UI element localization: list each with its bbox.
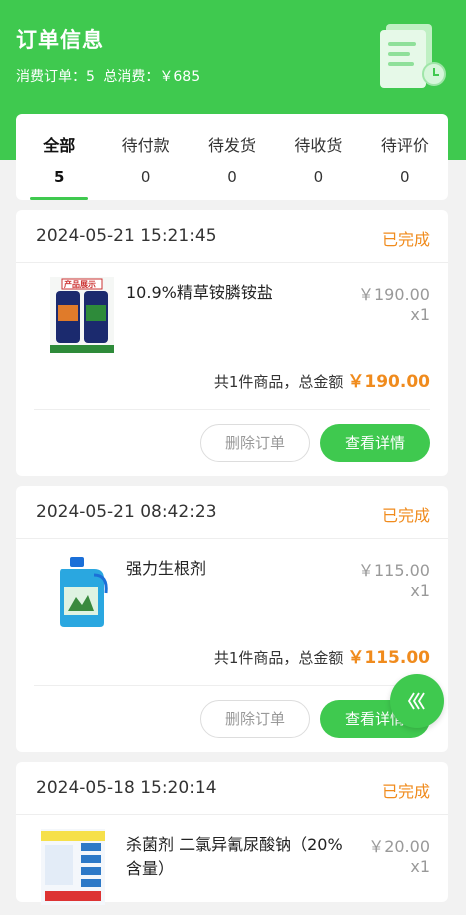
product-price: ￥20.00 [368,837,430,856]
order-total-label: 共1件商品，总金额 [213,649,344,667]
order-item[interactable]: 产品展示 10.9%精草铵膦铵盐 ￥190.00 x1 [16,263,448,363]
order-card-header: 2024-05-18 15:20:14 已完成 [16,762,448,815]
order-date: 2024-05-21 08:42:23 [36,502,217,522]
order-status: 已完成 [381,506,430,525]
order-status: 已完成 [381,782,430,801]
delete-order-button[interactable]: 删除订单 [200,424,310,462]
order-total: 共1件商品，总金额 ￥190.00 [34,363,430,410]
product-quantity: x1 [410,305,430,324]
product-name: 10.9%精草铵膦铵盐 [126,283,273,302]
tab-label: 待收货 [294,136,343,155]
order-actions: 删除订单 查看详情 [16,410,448,476]
order-actions: 删除订单 查看详情 [16,686,448,752]
order-summary: 消费订单：5 总消费：￥685 [16,66,204,86]
tab-label: 待付款 [121,136,170,155]
tab-count: 0 [227,168,237,186]
order-status: 已完成 [381,230,430,249]
order-tabs: 全部 5 待付款 0 待发货 0 待收货 0 待评价 0 [16,114,448,200]
tab-pending-shipment[interactable]: 待发货 0 [189,114,275,200]
view-details-button[interactable]: 查看详情 [320,424,430,462]
receipt-clock-icon [380,24,446,88]
tab-all[interactable]: 全部 5 [16,114,102,200]
delete-order-button[interactable]: 删除订单 [200,700,310,738]
chevron-left-triple-icon [407,692,425,710]
page-title: 订单信息 [16,28,104,52]
tab-count: 0 [313,168,324,186]
order-total-label: 共1件商品，总金额 [213,373,344,391]
tab-label: 全部 [43,136,76,155]
order-card: 2024-05-21 08:42:23 已完成 强力生根剂 ￥115.00 x1… [16,486,448,752]
tab-pending-payment[interactable]: 待付款 0 [102,114,188,200]
order-date: 2024-05-18 15:20:14 [36,778,217,798]
order-card-header: 2024-05-21 15:21:45 已完成 [16,210,448,263]
product-price: ￥190.00 [358,285,430,304]
order-total-amount: ￥190.00 [347,372,430,392]
order-card-header: 2024-05-21 08:42:23 已完成 [16,486,448,539]
order-card: 2024-05-21 15:21:45 已完成 产品展示 10.9%精草铵膦铵盐… [16,210,448,476]
product-name: 杀菌剂 二氯异氰尿酸钠（20%含量） [126,835,343,878]
tab-label: 待发货 [208,136,257,155]
product-image [41,829,105,905]
order-total: 共1件商品，总金额 ￥115.00 [34,639,430,686]
total-spend-label: 总消费：￥685 [103,69,201,85]
product-image [60,557,108,627]
tab-count: 0 [400,168,410,186]
product-price: ￥115.00 [358,561,430,580]
tab-pending-receipt[interactable]: 待收货 0 [275,114,361,200]
tab-count: 5 [53,168,65,186]
tab-pending-review[interactable]: 待评价 0 [362,114,448,200]
order-card: 2024-05-18 15:20:14 已完成 杀菌剂 二氯异氰尿酸钠（20%含… [16,762,448,905]
order-item[interactable]: 强力生根剂 ￥115.00 x1 [16,539,448,639]
orders-count-label: 消费订单：5 [16,69,95,85]
product-name: 强力生根剂 [126,559,207,578]
order-item[interactable]: 杀菌剂 二氯异氰尿酸钠（20%含量） ￥20.00 x1 [16,815,448,915]
product-quantity: x1 [410,857,430,876]
order-date: 2024-05-21 15:21:45 [36,226,217,246]
product-image-caption: 产品展示 [64,280,96,289]
floating-collapse-button[interactable] [390,674,444,728]
order-total-amount: ￥115.00 [347,648,430,668]
product-quantity: x1 [410,581,430,600]
tab-label: 待评价 [380,136,429,155]
tab-count: 0 [140,168,151,186]
